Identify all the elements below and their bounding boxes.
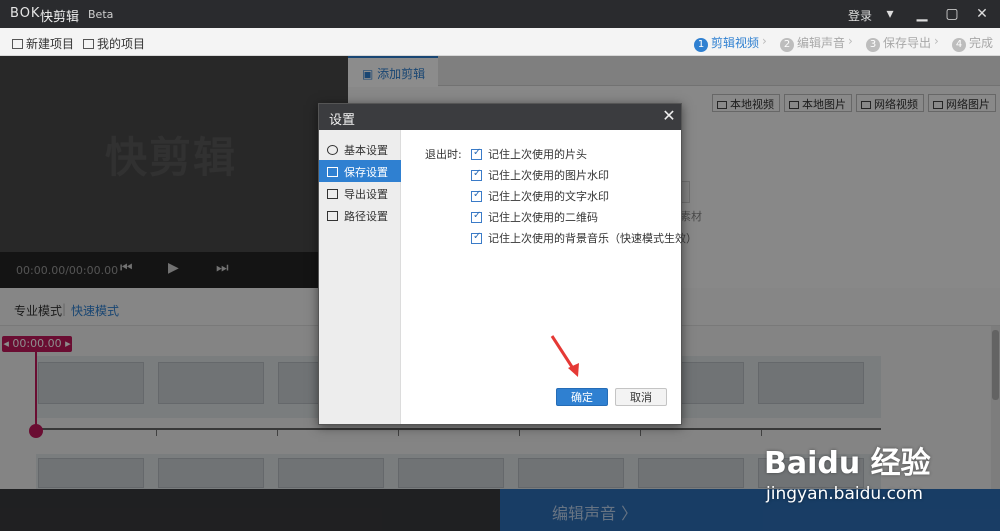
gear-icon	[327, 145, 338, 155]
close-window-icon[interactable]: ✕	[972, 4, 992, 24]
login-link[interactable]: 登录	[848, 7, 872, 24]
app-window: BOK 快剪辑 Beta 登录 ▾ ▁ ▢ ✕ 新建项目 我的项目 1 剪辑视频 …	[0, 0, 1000, 531]
step-edit-audio[interactable]: 2 编辑声音	[780, 34, 845, 52]
menu-icon[interactable]: ▾	[880, 4, 900, 24]
option-remember-text-watermark[interactable]: 记住上次使用的文字水印	[471, 188, 609, 204]
option-remember-qrcode[interactable]: 记住上次使用的二维码	[471, 209, 598, 225]
export-icon	[327, 189, 338, 199]
step-edit-video[interactable]: 1 剪辑视频	[694, 34, 759, 52]
toolbar: 新建项目 我的项目 1 剪辑视频 › 2 编辑声音 › 3 保存导出 › 4 完成	[0, 28, 1000, 56]
sidebar-item-export[interactable]: 导出设置	[319, 182, 401, 204]
folder-icon	[83, 39, 94, 49]
title-bar: BOK 快剪辑 Beta 登录 ▾ ▁ ▢ ✕	[0, 0, 1000, 28]
maximize-icon[interactable]: ▢	[942, 4, 962, 24]
baidu-url: jingyan.baidu.com	[766, 484, 923, 504]
annotation-arrow-icon	[550, 335, 579, 377]
step-save-export[interactable]: 3 保存导出	[866, 34, 931, 52]
minimize-icon[interactable]: ▁	[912, 4, 932, 24]
my-projects-label: 我的项目	[97, 37, 146, 51]
chevron-right-icon: ›	[848, 34, 853, 48]
checkbox[interactable]	[471, 189, 482, 202]
sidebar-item-path[interactable]: 路径设置	[319, 204, 401, 226]
step-finish[interactable]: 4 完成	[952, 34, 993, 52]
my-projects-button[interactable]: 我的项目	[83, 35, 145, 52]
beta-label: Beta	[88, 8, 114, 21]
checkbox[interactable]	[471, 147, 482, 160]
save-icon	[327, 167, 338, 177]
settings-dialog: 设置 ✕ 基本设置 保存设置 导出设置 路径设置 退出时: 记住上次使用的片头 …	[318, 103, 697, 425]
on-exit-label: 退出时:	[425, 148, 462, 161]
app-logo: BOK	[10, 6, 41, 21]
chevron-right-icon: ›	[934, 34, 939, 48]
checkbox[interactable]	[471, 231, 482, 244]
settings-sidebar: 基本设置 保存设置 导出设置 路径设置	[319, 130, 401, 424]
close-icon[interactable]: ✕	[659, 106, 679, 128]
plus-icon	[12, 39, 23, 49]
checkbox[interactable]	[471, 168, 482, 181]
cancel-button[interactable]: 取消	[615, 388, 667, 406]
option-remember-intro[interactable]: 记住上次使用的片头	[471, 146, 587, 162]
dialog-title: 设置	[329, 113, 356, 128]
checkbox[interactable]	[471, 210, 482, 223]
baidu-brand: Baidu 经验	[764, 446, 931, 481]
option-remember-bgm[interactable]: 记住上次使用的背景音乐（快速模式生效）	[471, 230, 697, 246]
new-project-label: 新建项目	[26, 37, 75, 51]
dialog-title-bar: 设置	[319, 104, 681, 130]
option-remember-image-watermark[interactable]: 记住上次使用的图片水印	[471, 167, 609, 183]
new-project-button[interactable]: 新建项目	[12, 35, 74, 52]
sidebar-item-basic[interactable]: 基本设置	[319, 138, 401, 160]
ok-button[interactable]: 确定	[556, 388, 608, 406]
app-title: 快剪辑	[40, 10, 80, 25]
folder-icon	[327, 211, 338, 221]
sidebar-item-save[interactable]: 保存设置	[319, 160, 401, 182]
chevron-right-icon: ›	[762, 34, 767, 48]
